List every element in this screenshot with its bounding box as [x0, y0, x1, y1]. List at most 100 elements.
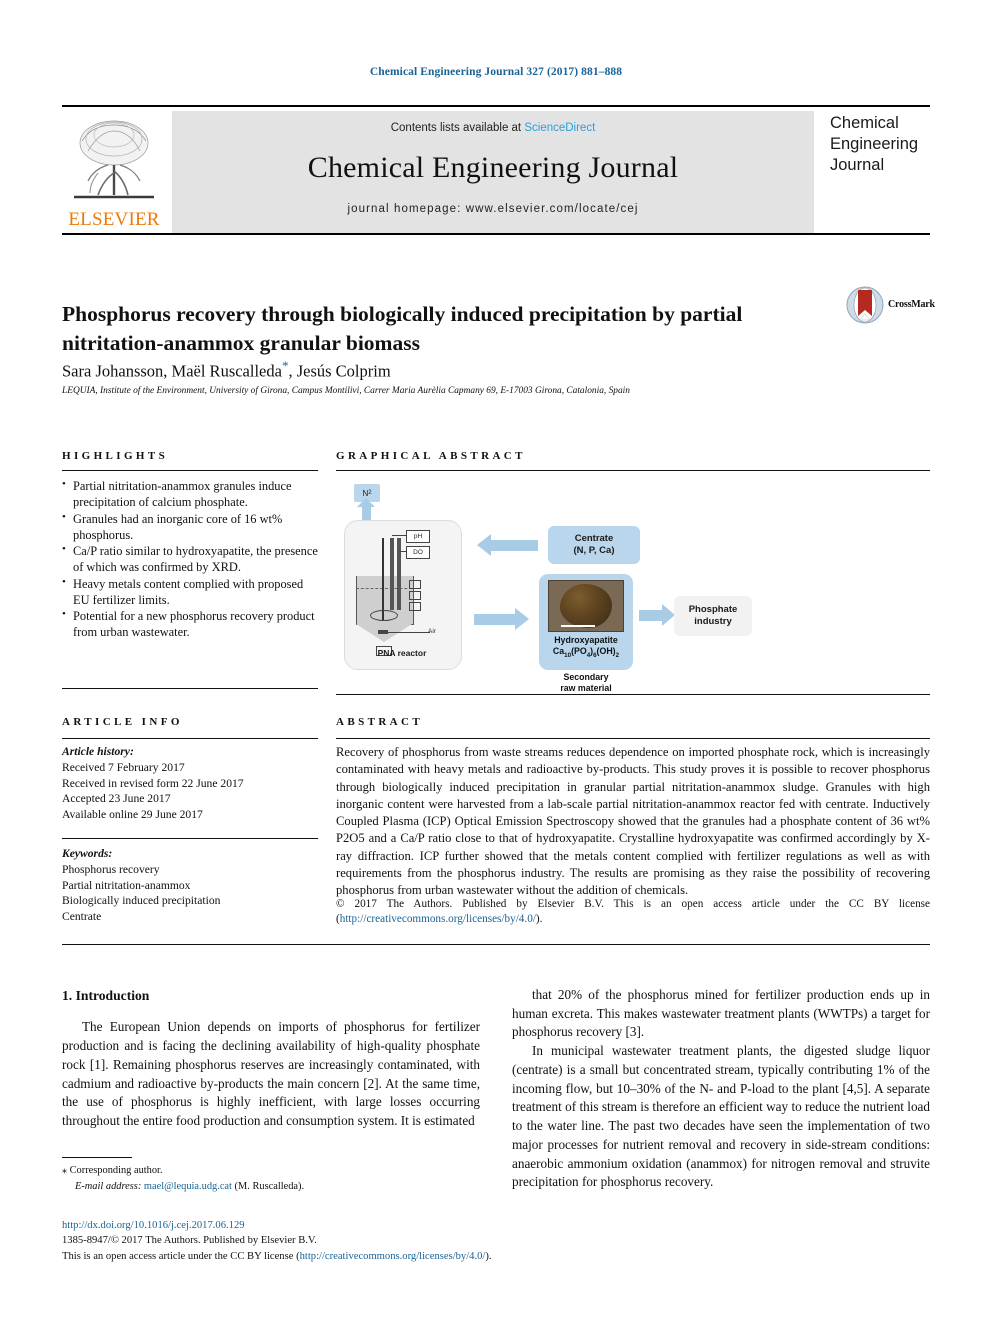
crossmark-icon: [846, 286, 884, 324]
keywords-block: Keywords: Phosphorus recovery Partial ni…: [62, 846, 318, 925]
license-prefix: This is an open access article under the…: [62, 1250, 300, 1262]
list-item: Granules had an inorganic core of 16 wt%…: [62, 510, 318, 544]
issn-copyright-line: 1385-8947/© 2017 The Authors. Published …: [62, 1235, 317, 1247]
keyword-item: Biologically induced precipitation: [62, 894, 221, 908]
hap-oh: (OH): [596, 645, 616, 656]
impeller: [370, 610, 398, 621]
arrow-reactor-head: [515, 608, 529, 630]
copyright-close: ).: [535, 913, 543, 926]
keyword-item: Centrate: [62, 910, 102, 924]
air-inlet-line: [388, 632, 430, 633]
section-heading-introduction: 1. Introduction: [62, 988, 150, 1003]
secondary-line-2: raw material: [560, 682, 612, 693]
secondary-raw-material-caption: Secondary raw material: [539, 672, 633, 694]
arrow-centrate-to-reactor: [490, 540, 538, 551]
footer-cc-license-link[interactable]: http://creativecommons.org/licenses/by/4…: [300, 1251, 486, 1262]
cc-license-link[interactable]: http://creativecommons.org/licenses/by/4…: [340, 913, 536, 925]
arrow-reactor-to-hap: [474, 614, 516, 625]
highlights-list: Partial nitritation-anammox granules ind…: [62, 477, 318, 641]
arrow-hap-to-industry: [639, 610, 663, 621]
abstract-top-rule: [336, 738, 930, 739]
body-column-right: that 20% of the phosphorus mined for fer…: [512, 986, 930, 1192]
list-item: Potential for a new phosphorus recovery …: [62, 607, 318, 641]
article-title: Phosphorus recovery through biologically…: [62, 302, 743, 355]
probe-wire-1: [392, 535, 407, 536]
valve-icon-1: [409, 580, 421, 589]
email-link[interactable]: mael@lequia.udg.cat: [144, 1181, 232, 1192]
hap-formula: Ca10(PO4)6(OH)2: [553, 646, 619, 660]
centrate-line-1: Centrate: [574, 532, 614, 544]
graphical-abstract-top-rule: [336, 470, 930, 471]
ph-probe-box: pH: [406, 530, 430, 543]
masthead-gray-band: Contents lists available at ScienceDirec…: [172, 111, 814, 233]
footnote-block: ⁎ Corresponding author. E-mail address: …: [62, 1163, 480, 1194]
email-owner: (M. Ruscalleda).: [234, 1180, 305, 1192]
list-item: Heavy metals content complied with propo…: [62, 575, 318, 609]
doi-link[interactable]: http://dx.doi.org/10.1016/j.cej.2017.06.…: [62, 1218, 662, 1233]
corresponding-author-note: ⁎ Corresponding author.: [62, 1163, 480, 1179]
abstract-text: Recovery of phosphorus from waste stream…: [336, 745, 930, 897]
article-info-top-rule: [62, 738, 318, 739]
phosphate-line-2: industry: [694, 616, 732, 627]
contents-available-line: Contents lists available at ScienceDirec…: [172, 122, 814, 134]
paragraph: In municipal wastewater treatment plants…: [512, 1043, 930, 1190]
corresponding-author-text: Corresponding author.: [69, 1165, 163, 1176]
secondary-line-1: Secondary: [563, 672, 609, 682]
granule-photo: [548, 580, 624, 632]
license-close: ).: [485, 1250, 492, 1262]
journal-homepage[interactable]: journal homepage: www.elsevier.com/locat…: [172, 203, 814, 215]
journal-article-page: Chemical Engineering Journal 327 (2017) …: [0, 0, 992, 1323]
footnote-rule: [62, 1157, 132, 1158]
article-history-label: Article history:: [62, 745, 134, 758]
paragraph: that 20% of the phosphorus mined for fer…: [512, 987, 930, 1040]
author-affiliation: LEQUIA, Institute of the Environment, Un…: [62, 386, 630, 396]
keyword-item: Partial nitritation-anammox: [62, 878, 191, 892]
list-item: Ca/P ratio similar to hydroxyapatite, th…: [62, 542, 318, 576]
keywords-top-rule: [62, 838, 318, 839]
keyword-item: Phosphorus recovery: [62, 862, 160, 876]
history-item: Received 7 February 2017: [62, 760, 185, 774]
cover-line-3: Journal: [830, 156, 885, 175]
hydroxyapatite-node: Hydroxyapatite Ca10(PO4)6(OH)2: [539, 574, 633, 670]
paragraph: The European Union depends on imports of…: [62, 1019, 480, 1128]
crossmark-badge[interactable]: CrossMark: [846, 286, 935, 326]
highlights-top-rule: [62, 470, 318, 471]
contents-prefix: Contents lists available at: [390, 122, 525, 134]
arrow-up-n2-head: [357, 498, 375, 507]
phosphate-industry-node: Phosphate industry: [674, 596, 752, 636]
reactor-shaft: [382, 538, 384, 620]
crossmark-label: CrossMark: [888, 299, 935, 310]
valve-icon-2: [409, 591, 421, 600]
centrate-node: Centrate (N, P, Ca): [548, 526, 640, 564]
valve-icon-3: [409, 602, 421, 611]
hap-po-open: (PO: [571, 645, 587, 656]
arrow-centrate-head: [477, 534, 491, 556]
section-divider-rule: [62, 944, 930, 945]
cover-line-1: Chemical: [830, 114, 899, 132]
list-item: Partial nitritation-anammox granules ind…: [62, 477, 318, 511]
license-line: This is an open access article under the…: [62, 1249, 662, 1264]
elsevier-tree-icon: [74, 120, 154, 199]
sciencedirect-link[interactable]: ScienceDirect: [524, 122, 595, 134]
highlights-bottom-rule: [62, 688, 318, 689]
page-footer: http://dx.doi.org/10.1016/j.cej.2017.06.…: [62, 1218, 662, 1264]
hydroxyapatite-label: Hydroxyapatite Ca10(PO4)6(OH)2: [553, 635, 619, 659]
abstract-heading: ABSTRACT: [336, 716, 424, 728]
sparger: [378, 630, 388, 634]
graphical-abstract-bottom-rule: [336, 694, 930, 695]
email-note: E-mail address: mael@lequia.udg.cat (M. …: [62, 1179, 480, 1194]
scale-bar: [561, 625, 595, 627]
cover-line-2: Engineering: [830, 135, 919, 154]
keywords-label: Keywords:: [62, 847, 113, 860]
hap-ca: Ca: [552, 645, 565, 656]
abstract-copyright: © 2017 The Authors. Published by Elsevie…: [336, 897, 930, 928]
hap-sub-2: 2: [615, 651, 620, 659]
journal-cover-title: Chemical Engineering Journal: [830, 113, 930, 176]
phosphate-line-1: Phosphate: [688, 603, 738, 615]
granule-object: [560, 584, 612, 628]
history-item: Available online 29 June 2017: [62, 808, 203, 822]
pna-reactor-label: PNA reactor: [377, 648, 427, 658]
authors-tail: , Jesús Colprim: [288, 361, 391, 381]
elsevier-logo: ELSEVIER: [62, 111, 166, 233]
journal-masthead: ELSEVIER Contents lists available at Sci…: [62, 105, 930, 235]
